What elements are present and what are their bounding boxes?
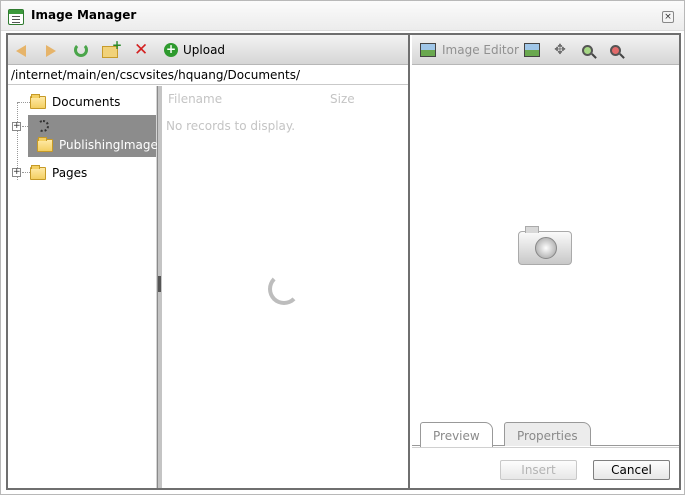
move-icon[interactable]: ✥ (552, 41, 568, 59)
empty-list-message: No records to display. (166, 119, 296, 133)
folder-icon (37, 137, 53, 152)
preview-tabs: Preview Properties (412, 420, 679, 447)
tab-properties[interactable]: Properties (504, 422, 591, 446)
zoom-in-icon[interactable] (582, 41, 593, 59)
forward-arrow-icon[interactable] (46, 41, 56, 59)
column-header-size[interactable]: Size (330, 92, 355, 106)
close-icon[interactable]: × (662, 11, 674, 23)
loading-icon (37, 120, 49, 132)
delete-icon[interactable]: ✕ (134, 41, 148, 59)
current-path: /internet/main/en/cscvsites/hquang/Docum… (8, 66, 408, 85)
folder-icon (30, 93, 46, 109)
back-arrow-icon[interactable] (16, 41, 26, 59)
fit-image-icon[interactable] (524, 41, 540, 59)
tree-item-documents[interactable]: Documents (30, 91, 157, 113)
folder-tree: Documents + PublishingImages + Pages (8, 86, 164, 488)
preview-toolbar: Image Editor ✥ (412, 35, 679, 65)
dialog-footer: Insert Cancel (412, 447, 679, 488)
folder-icon (30, 164, 46, 180)
tree-item-label: Pages (52, 166, 88, 180)
window-title: Image Manager (31, 8, 137, 22)
loading-spinner-icon (268, 273, 300, 305)
upload-icon: + (164, 42, 178, 57)
splitter-grip-icon[interactable] (158, 276, 161, 292)
column-header-filename[interactable]: Filename (168, 92, 222, 106)
zoom-out-icon[interactable] (610, 41, 621, 59)
window-app-icon (8, 9, 24, 25)
tree-item-label: PublishingImages (59, 138, 165, 152)
file-list: Filename Size No records to display. (162, 86, 408, 488)
cancel-button[interactable]: Cancel (593, 460, 670, 480)
upload-button[interactable]: + Upload (164, 41, 225, 59)
file-toolbar: ✕ + Upload (8, 35, 408, 65)
title-bar: Image Manager × (1, 1, 684, 31)
camera-icon (518, 226, 572, 265)
refresh-icon[interactable] (74, 41, 88, 59)
upload-label: Upload (183, 43, 226, 57)
file-browser-pane: ✕ + Upload /internet/main/en/cscvsites/h… (8, 35, 410, 488)
tab-preview[interactable]: Preview (420, 422, 493, 447)
insert-button[interactable]: Insert (500, 460, 577, 480)
new-folder-icon[interactable] (102, 38, 122, 59)
tree-item-pages[interactable]: Pages (30, 162, 157, 184)
image-editor-label: Image Editor (442, 43, 519, 57)
expand-icon[interactable]: + (12, 122, 21, 131)
image-editor-button[interactable]: Image Editor (420, 41, 519, 59)
preview-pane: Image Editor ✥ Preview Properties Insert… (412, 35, 679, 488)
tree-item-label: Documents (52, 95, 121, 109)
tree-item-publishingimages[interactable]: PublishingImages (28, 115, 164, 157)
image-editor-icon (420, 43, 436, 57)
image-manager-window: Image Manager × ✕ + Upload /internet/mai… (0, 0, 685, 495)
expand-icon[interactable]: + (12, 168, 21, 177)
manager-frame: ✕ + Upload /internet/main/en/cscvsites/h… (6, 33, 681, 490)
